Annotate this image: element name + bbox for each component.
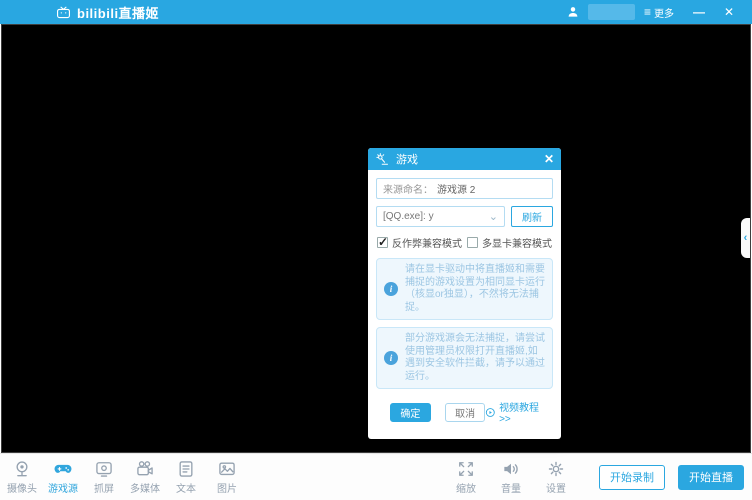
anticheat-checkbox[interactable]: ✓ 反作弊兼容模式 bbox=[377, 235, 462, 250]
source-webcam-button[interactable]: 摄像头 bbox=[6, 459, 38, 495]
info-icon: i bbox=[384, 282, 398, 296]
settings-icon bbox=[546, 459, 566, 479]
tool-label: 缩放 bbox=[456, 480, 476, 495]
cancel-button[interactable]: 取消 bbox=[445, 403, 486, 422]
source-name-value: 游戏源 2 bbox=[437, 181, 475, 196]
source-label: 游戏源 bbox=[48, 480, 78, 495]
source-image-button[interactable]: 图片 bbox=[211, 459, 243, 495]
tutorial-link[interactable]: 视频教程>> bbox=[485, 399, 549, 425]
screen-capture-icon bbox=[94, 459, 114, 479]
tool-label: 设置 bbox=[546, 480, 566, 495]
info-icon: i bbox=[384, 351, 398, 365]
checkbox-unchecked-icon bbox=[467, 237, 478, 248]
source-name-label: 来源命名： bbox=[383, 181, 433, 196]
dialog-close-icon[interactable]: ✕ bbox=[544, 152, 554, 166]
source-label: 多媒体 bbox=[130, 480, 160, 495]
settings-button[interactable]: 设置 bbox=[540, 459, 572, 495]
process-dropdown[interactable]: [QQ.exe]: y ⌄ bbox=[376, 206, 505, 227]
multigpu-checkbox[interactable]: 多显卡兼容模式 bbox=[467, 235, 552, 250]
more-menu[interactable]: ≡ 更多 bbox=[644, 5, 674, 20]
minimize-icon: — bbox=[693, 5, 705, 19]
close-button[interactable]: ✕ bbox=[718, 5, 740, 19]
user-icon[interactable] bbox=[566, 5, 580, 19]
info-box-gpu: i 请在显卡驱动中将直播姬和需要捕捉的游戏设置为相同显卡运行（核显or独显），不… bbox=[376, 258, 553, 320]
hamburger-icon: ≡ bbox=[644, 7, 651, 17]
multigpu-checkbox-label: 多显卡兼容模式 bbox=[482, 235, 552, 250]
source-label: 文本 bbox=[176, 480, 196, 495]
resize-button[interactable]: 缩放 bbox=[450, 459, 482, 495]
info-box-admin: i 部分游戏源会无法捕捉，请尝试使用管理员权限打开直播姬,如遇到安全软件拦截，请… bbox=[376, 327, 553, 389]
chevron-left-icon: ‹ bbox=[744, 232, 748, 244]
volume-button[interactable]: 音量 bbox=[495, 459, 527, 495]
bottom-right-tools: 缩放 音量 设置 开始录制 开始直播 bbox=[450, 459, 744, 495]
text-icon bbox=[176, 459, 196, 479]
source-name-field[interactable]: 来源命名： 游戏源 2 bbox=[376, 178, 553, 199]
tv-logo-icon bbox=[55, 5, 72, 20]
minimize-button[interactable]: — bbox=[688, 5, 710, 19]
source-buttons: 摄像头 游戏源 抓屏 多媒体 bbox=[6, 459, 243, 495]
start-record-button[interactable]: 开始录制 bbox=[599, 465, 665, 490]
source-label: 图片 bbox=[217, 480, 237, 495]
bottom-bar: 摄像头 游戏源 抓屏 多媒体 bbox=[0, 453, 752, 500]
resize-icon bbox=[456, 459, 476, 479]
username-blur[interactable] bbox=[588, 4, 635, 20]
refresh-button[interactable]: 刷新 bbox=[511, 206, 553, 227]
info-admin-text: 部分游戏源会无法捕捉，请尝试使用管理员权限打开直播姬,如遇到安全软件拦截，请予以… bbox=[405, 333, 545, 383]
gamepad-icon bbox=[53, 459, 73, 479]
play-circle-icon bbox=[485, 407, 496, 418]
multimedia-icon bbox=[135, 459, 155, 479]
webcam-icon bbox=[12, 459, 32, 479]
close-icon: ✕ bbox=[724, 5, 734, 19]
source-game-button[interactable]: 游戏源 bbox=[47, 459, 79, 495]
image-icon bbox=[217, 459, 237, 479]
chevron-down-icon: ⌄ bbox=[489, 210, 498, 223]
source-screen-capture-button[interactable]: 抓屏 bbox=[88, 459, 120, 495]
game-source-dialog: 游戏 ✕ 来源命名： 游戏源 2 [QQ.exe]: y ⌄ 刷新 ✓ 反作弊兼… bbox=[368, 148, 561, 439]
joystick-icon bbox=[375, 152, 390, 167]
app-title: bilibili直播姬 bbox=[77, 3, 159, 22]
source-text-button[interactable]: 文本 bbox=[170, 459, 202, 495]
checkbox-checked-icon: ✓ bbox=[377, 237, 388, 248]
volume-icon bbox=[501, 459, 521, 479]
anticheat-checkbox-label: 反作弊兼容模式 bbox=[392, 235, 462, 250]
ok-button[interactable]: 确定 bbox=[390, 403, 431, 422]
tutorial-link-label: 视频教程>> bbox=[499, 399, 549, 425]
more-label: 更多 bbox=[654, 5, 674, 20]
start-stream-button[interactable]: 开始直播 bbox=[678, 465, 744, 490]
source-multimedia-button[interactable]: 多媒体 bbox=[129, 459, 161, 495]
title-bar: bilibili直播姬 ≡ 更多 — ✕ bbox=[0, 0, 752, 24]
process-dropdown-value: [QQ.exe]: y bbox=[383, 211, 434, 222]
source-label: 抓屏 bbox=[94, 480, 114, 495]
panel-toggle[interactable]: ‹ bbox=[741, 218, 750, 258]
tool-label: 音量 bbox=[501, 480, 521, 495]
app-logo: bilibili直播姬 bbox=[55, 3, 159, 22]
dialog-title: 游戏 bbox=[396, 151, 418, 167]
dialog-header[interactable]: 游戏 ✕ bbox=[368, 148, 561, 170]
source-label: 摄像头 bbox=[7, 480, 37, 495]
info-gpu-text: 请在显卡驱动中将直播姬和需要捕捉的游戏设置为相同显卡运行（核显or独显），不然将… bbox=[405, 264, 545, 314]
